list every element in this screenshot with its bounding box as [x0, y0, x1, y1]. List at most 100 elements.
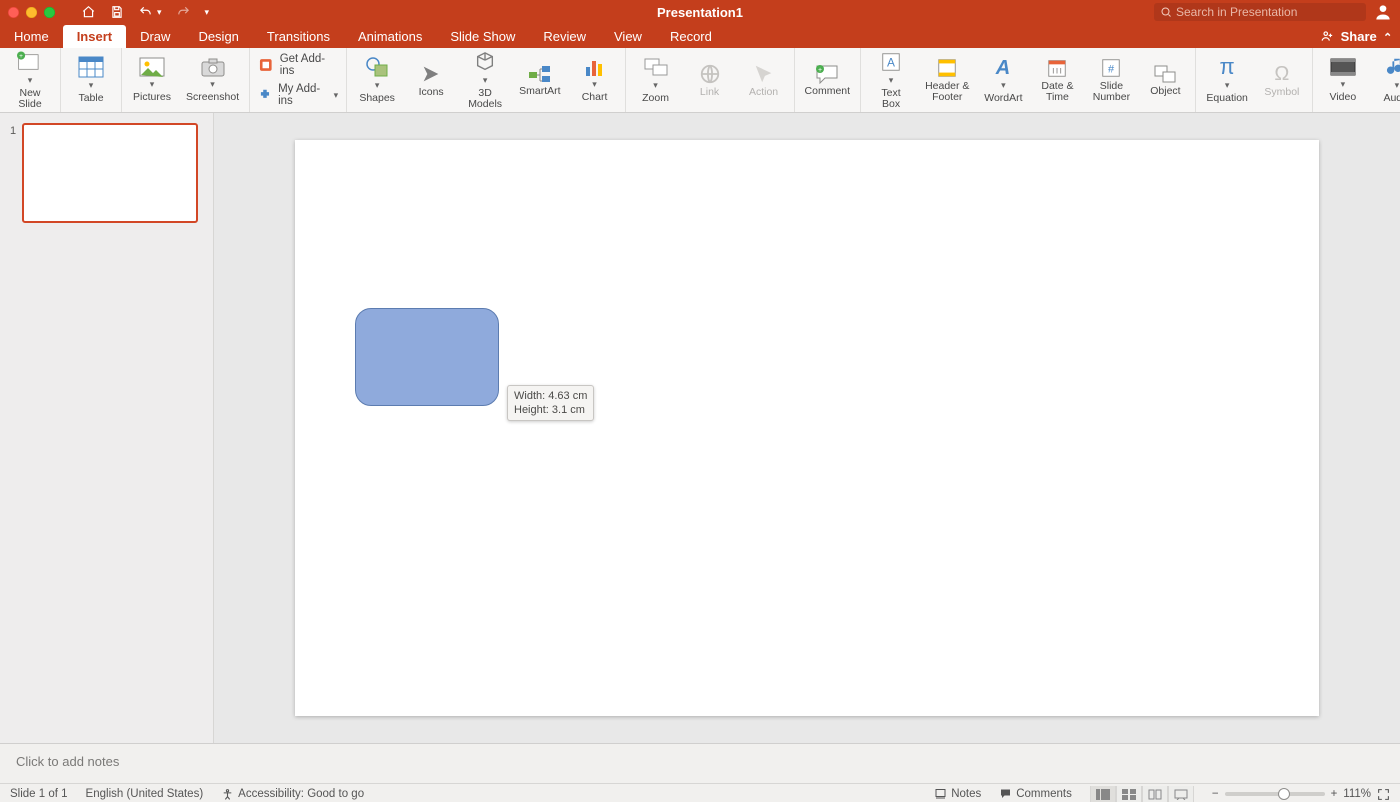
smartart-button[interactable]: SmartArt — [517, 62, 562, 99]
chevron-down-icon: ▾ — [592, 79, 597, 90]
tab-transitions[interactable]: Transitions — [253, 25, 344, 48]
icons-button[interactable]: Icons — [409, 61, 453, 100]
chevron-down-icon: ▾ — [653, 80, 658, 91]
zoom-percent[interactable]: 111% — [1343, 788, 1371, 800]
comments-toggle[interactable]: Comments — [999, 788, 1072, 800]
pictures-button[interactable]: ▾ Pictures — [130, 55, 174, 105]
group-symbols: π ▾ Equation Ω Symbol — [1196, 48, 1312, 112]
text-box-button[interactable]: A ▾ Text Box — [869, 49, 913, 112]
status-accessibility[interactable]: Accessibility: Good to go — [221, 788, 364, 801]
chevron-down-icon: ▾ — [210, 79, 215, 90]
search-icon — [1160, 6, 1172, 18]
equation-button[interactable]: π ▾ Equation — [1204, 54, 1249, 106]
new-slide-button[interactable]: + ▾ New Slide — [8, 49, 52, 112]
video-button[interactable]: ▾ Video — [1321, 55, 1365, 105]
slide-canvas[interactable]: Width: 4.63 cm Height: 3.1 cm — [295, 140, 1319, 716]
screenshot-button[interactable]: ▾ Screenshot — [184, 55, 241, 105]
get-addins-button[interactable]: Get Add-ins — [258, 53, 338, 77]
3d-models-button[interactable]: ▾ 3D Models — [463, 49, 507, 112]
chevron-down-icon: ▾ — [1225, 80, 1230, 91]
collapse-ribbon-icon[interactable]: ⌄ — [1383, 30, 1392, 43]
view-reading-button[interactable] — [1142, 786, 1168, 802]
comment-button[interactable]: + Comment — [803, 62, 853, 99]
accessibility-icon — [221, 788, 234, 801]
view-sorter-button[interactable] — [1116, 786, 1142, 802]
tab-view[interactable]: View — [600, 25, 656, 48]
header-footer-button[interactable]: Header & Footer — [923, 55, 971, 105]
redo-icon[interactable] — [176, 5, 191, 19]
group-text: A ▾ Text Box Header & Footer A ▾ WordArt… — [861, 48, 1196, 112]
tab-record[interactable]: Record — [656, 25, 726, 48]
group-links: ▾ Zoom Link Action — [626, 48, 795, 112]
save-icon[interactable] — [110, 5, 124, 19]
wordart-button[interactable]: A ▾ WordArt — [981, 54, 1025, 106]
minimize-window-button[interactable] — [26, 7, 37, 18]
notes-pane[interactable]: Click to add notes — [0, 743, 1400, 783]
tab-animations[interactable]: Animations — [344, 25, 436, 48]
svg-text:A: A — [887, 55, 895, 69]
quick-access-toolbar: ▾ ▾ — [55, 5, 209, 19]
search-input[interactable]: Search in Presentation — [1154, 3, 1366, 21]
tab-insert[interactable]: Insert — [63, 25, 126, 48]
tooltip-width: Width: 4.63 cm — [514, 389, 587, 403]
my-addins-button[interactable]: My Add-ins ▾ — [258, 83, 338, 107]
zoom-controls: − + 111% — [1212, 788, 1390, 801]
zoom-in-button[interactable]: + — [1331, 788, 1338, 800]
home-icon[interactable] — [81, 5, 96, 19]
tab-review[interactable]: Review — [529, 25, 600, 48]
notes-toggle[interactable]: Notes — [934, 788, 981, 800]
notes-icon — [934, 788, 947, 800]
view-slideshow-button[interactable] — [1168, 786, 1194, 802]
table-button[interactable]: ▾ Table — [69, 54, 113, 106]
chevron-down-icon: ▾ — [483, 75, 488, 86]
undo-icon[interactable] — [138, 5, 153, 19]
chevron-down-icon: ▾ — [889, 75, 894, 86]
share-button[interactable]: Share — [1341, 29, 1377, 44]
pi-icon: π — [1220, 56, 1235, 78]
slide-number-button[interactable]: # Slide Number — [1089, 55, 1133, 105]
tab-design[interactable]: Design — [184, 25, 252, 48]
chevron-down-icon: ▾ — [1395, 80, 1400, 91]
symbol-button: Ω Symbol — [1260, 61, 1304, 100]
slide-thumbnail-panel: 1 — [0, 113, 214, 743]
zoom-slider[interactable] — [1225, 792, 1325, 796]
account-avatar[interactable] — [1372, 1, 1394, 23]
undo-dropdown-icon[interactable]: ▾ — [157, 7, 162, 18]
zoom-button[interactable]: ▾ Zoom — [634, 54, 678, 106]
rounded-rectangle-shape[interactable] — [355, 308, 499, 406]
status-bar: Slide 1 of 1 English (United States) Acc… — [0, 783, 1400, 802]
slide-number-label: 1 — [10, 123, 16, 137]
svg-text:A: A — [995, 57, 1010, 78]
chart-button[interactable]: ▾ Chart — [573, 55, 617, 105]
tab-home[interactable]: Home — [0, 25, 63, 48]
chevron-down-icon: ▾ — [1001, 80, 1006, 91]
qat-customize-icon[interactable]: ▾ — [205, 7, 210, 18]
svg-text:+: + — [818, 67, 822, 74]
status-language[interactable]: English (United States) — [86, 788, 204, 800]
tab-draw[interactable]: Draw — [126, 25, 184, 48]
audio-button[interactable]: ▾ Audio — [1375, 54, 1400, 106]
group-tables: ▾ Table — [61, 48, 122, 112]
svg-text:+: + — [19, 52, 23, 59]
zoom-out-button[interactable]: − — [1212, 788, 1219, 800]
slide-editor[interactable]: Width: 4.63 cm Height: 3.1 cm — [214, 113, 1400, 743]
omega-icon: Ω — [1274, 63, 1289, 85]
tooltip-height: Height: 3.1 cm — [514, 403, 587, 417]
shapes-button[interactable]: ▾ Shapes — [355, 54, 399, 106]
close-window-button[interactable] — [8, 7, 19, 18]
object-button[interactable]: Object — [1143, 62, 1187, 99]
fit-to-window-button[interactable] — [1377, 788, 1390, 801]
slide-1-thumbnail[interactable] — [22, 123, 198, 223]
action-button: Action — [742, 61, 786, 100]
zoom-window-button[interactable] — [44, 7, 55, 18]
date-time-button[interactable]: Date & Time — [1035, 55, 1079, 105]
view-mode-buttons — [1090, 786, 1194, 802]
ribbon-tabs: Home Insert Draw Design Transitions Anim… — [0, 24, 1400, 48]
group-addins: Get Add-ins My Add-ins ▾ — [250, 48, 347, 112]
chevron-down-icon: ▾ — [1341, 79, 1346, 90]
tab-slideshow[interactable]: Slide Show — [436, 25, 529, 48]
group-media: ▾ Video ▾ Audio — [1313, 48, 1400, 112]
view-normal-button[interactable] — [1090, 786, 1116, 802]
titlebar: ▾ ▾ Presentation1 Search in Presentation — [0, 0, 1400, 24]
chevron-down-icon: ▾ — [89, 80, 94, 91]
